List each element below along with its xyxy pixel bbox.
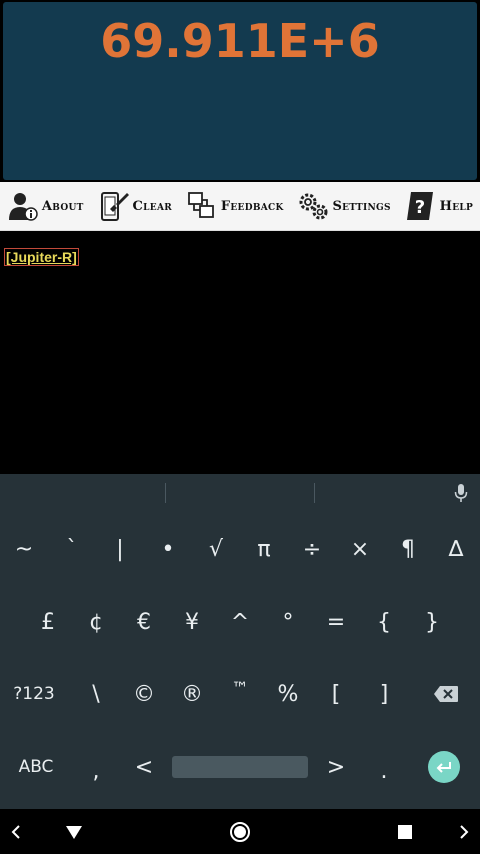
space-key[interactable] xyxy=(172,756,308,778)
key-multiply[interactable]: × xyxy=(336,512,384,586)
key-pound[interactable]: £ xyxy=(24,585,72,659)
feedback-button[interactable]: Feedback xyxy=(186,186,284,226)
suggestion-divider xyxy=(314,483,315,503)
phone-brush-icon xyxy=(100,192,129,221)
key-equals[interactable]: = xyxy=(312,585,360,659)
home-circle-icon xyxy=(230,822,250,842)
key-copyright[interactable]: © xyxy=(120,657,168,731)
key-pi[interactable]: π xyxy=(240,512,288,586)
result-display: 69.911E+6 xyxy=(3,2,477,180)
key-backslash[interactable]: \ xyxy=(72,657,120,731)
key-backtick[interactable]: ` xyxy=(48,512,96,586)
feedback-icon xyxy=(187,192,214,218)
backspace-key[interactable] xyxy=(422,657,470,731)
home-button[interactable] xyxy=(229,821,251,843)
key-cent[interactable]: ¢ xyxy=(72,585,120,659)
toolbar: About Clear Feedback Settings ? Help xyxy=(0,182,480,231)
key-registered[interactable]: ® xyxy=(168,657,216,731)
key-pilcrow[interactable]: ¶ xyxy=(384,512,432,586)
user-info-icon xyxy=(8,193,38,221)
key-trademark[interactable]: ™ xyxy=(216,652,264,726)
recents-square-icon xyxy=(398,825,412,839)
key-divide[interactable]: ÷ xyxy=(288,512,336,586)
clear-label: Clear xyxy=(132,198,173,214)
key-bullet[interactable]: • xyxy=(144,512,192,586)
key-caret[interactable]: ^ xyxy=(216,585,264,659)
key-period[interactable]: . xyxy=(360,734,408,808)
back-button[interactable] xyxy=(63,821,85,843)
key-degree[interactable]: ° xyxy=(264,585,312,659)
key-sqrt[interactable]: √ xyxy=(192,512,240,586)
key-left-brace[interactable]: { xyxy=(360,585,408,659)
suggestion-divider xyxy=(165,483,166,503)
input-area[interactable]: [Jupiter-R] xyxy=(0,231,480,474)
settings-label: Settings xyxy=(332,198,391,214)
chevron-right-icon xyxy=(460,825,469,839)
enter-icon xyxy=(436,762,451,773)
chevron-left-icon xyxy=(11,825,20,839)
key-numbers[interactable]: ?123 xyxy=(8,657,60,731)
key-right-brace[interactable]: } xyxy=(408,585,456,659)
key-percent[interactable]: % xyxy=(264,657,312,731)
key-comma[interactable]: , xyxy=(72,734,120,808)
system-nav-bar xyxy=(0,809,480,854)
key-tilde[interactable]: ~ xyxy=(0,512,48,586)
clear-button[interactable]: Clear xyxy=(98,186,173,226)
enter-key[interactable] xyxy=(428,751,460,783)
nav-right-button[interactable] xyxy=(453,821,475,843)
recents-button[interactable] xyxy=(394,821,416,843)
key-less-than[interactable]: < xyxy=(120,730,168,804)
microphone-icon[interactable] xyxy=(454,483,468,503)
help-label: Help xyxy=(439,198,474,214)
svg-text:?: ? xyxy=(414,197,424,218)
about-button[interactable]: About xyxy=(7,186,84,226)
key-right-bracket[interactable]: ] xyxy=(360,657,408,731)
settings-button[interactable]: Settings xyxy=(297,186,390,226)
variable-tag[interactable]: [Jupiter-R] xyxy=(4,248,79,266)
gear-icon xyxy=(299,193,328,220)
help-button[interactable]: ? Help xyxy=(405,186,473,226)
key-pipe[interactable]: | xyxy=(96,512,144,586)
key-left-bracket[interactable]: [ xyxy=(312,657,360,731)
backspace-icon xyxy=(434,686,458,702)
result-value: 69.911E+6 xyxy=(100,14,380,68)
key-euro[interactable]: € xyxy=(120,585,168,659)
nav-left-button[interactable] xyxy=(5,821,27,843)
suggestion-strip xyxy=(0,474,480,513)
key-yen[interactable]: ¥ xyxy=(168,585,216,659)
feedback-label: Feedback xyxy=(220,198,284,214)
key-abc[interactable]: ABC xyxy=(8,730,64,804)
key-delta[interactable]: ∆ xyxy=(432,512,480,586)
key-greater-than[interactable]: > xyxy=(312,730,360,804)
about-label: About xyxy=(41,198,84,214)
symbol-keyboard: ~ ` | • √ π ÷ × ¶ ∆ £ ¢ € ¥ ^ ° = { } ?1… xyxy=(0,512,480,809)
back-triangle-icon xyxy=(66,826,82,839)
help-book-icon: ? xyxy=(406,192,433,220)
